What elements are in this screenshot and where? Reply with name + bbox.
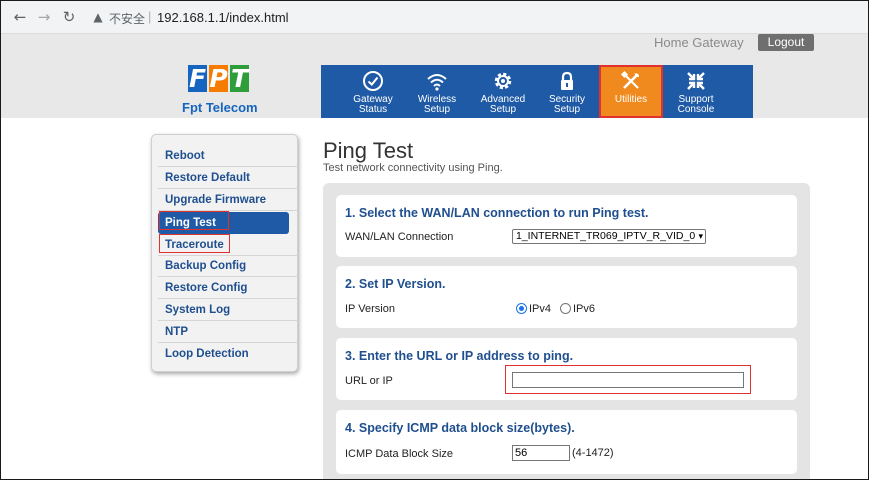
url-ip-label: URL or IP — [345, 375, 393, 387]
sidebar-item-backup-config[interactable]: Backup Config — [158, 255, 298, 277]
sidebar-item-system-log[interactable]: System Log — [158, 299, 298, 321]
screenshot-frame: ← → ↻ ▲ 不安全 | 192.168.1.1/index.html Hom… — [0, 0, 869, 480]
section-icmp-size: 4. Specify ICMP data block size(bytes). … — [336, 410, 797, 474]
nav-label: Security Setup — [548, 94, 586, 115]
icmp-size-input[interactable]: 56 — [512, 445, 570, 461]
wan-lan-selected: 1_INTERNET_TR069_IPTV_R_VID_0 — [516, 230, 696, 242]
highlight-traceroute — [159, 234, 230, 253]
logo-letters: F P T — [188, 65, 252, 93]
nav-label: Wireless Setup — [417, 94, 457, 115]
nav-label: Gateway Status — [353, 94, 393, 115]
nav-gateway-status[interactable]: Gateway Status — [341, 65, 405, 118]
wan-lan-label: WAN/LAN Connection — [345, 231, 454, 243]
sidebar-item-restore-default[interactable]: Restore Default — [158, 167, 298, 189]
sidebar-item-ntp[interactable]: NTP — [158, 321, 298, 343]
icmp-size-range: (4-1472) — [572, 447, 614, 459]
check-circle-icon — [363, 71, 383, 91]
ipv4-label: IPv4 — [529, 303, 552, 315]
highlight-ping-test — [159, 211, 229, 230]
warning-icon[interactable]: ▲ — [91, 10, 105, 24]
logout-button[interactable]: Logout — [758, 34, 814, 51]
section-title: 2. Set IP Version. — [345, 277, 446, 291]
wan-lan-select[interactable]: 1_INTERNET_TR069_IPTV_R_VID_0 ▾ — [512, 229, 706, 244]
nav-utilities[interactable]: Utilities — [599, 65, 663, 118]
ipv4-radio[interactable] — [516, 303, 527, 314]
icmp-size-label: ICMP Data Block Size — [345, 448, 454, 460]
nav-label: Utilities — [614, 94, 648, 105]
gear-icon — [494, 72, 512, 90]
nav-label: Advanced Setup — [480, 94, 526, 115]
section-title: 1. Select the WAN/LAN connection to run … — [345, 206, 649, 220]
wifi-icon — [427, 74, 447, 91]
nav-security-setup[interactable]: Security Setup — [535, 65, 599, 118]
browser-toolbar: ← → ↻ ▲ 不安全 | 192.168.1.1/index.html — [1, 1, 868, 34]
forward-arrow-icon[interactable]: → — [34, 7, 54, 27]
home-gateway-label: Home Gateway — [654, 35, 744, 50]
section-title: 3. Enter the URL or IP address to ping. — [345, 349, 574, 363]
sidebar-item-reboot[interactable]: Reboot — [158, 145, 298, 167]
url-separator: | — [148, 9, 152, 24]
chevron-down-icon: ▾ — [698, 231, 703, 241]
sidebar-item-loop-detection[interactable]: Loop Detection — [158, 343, 298, 365]
utilities-sidebar: Reboot Restore Default Upgrade Firmware … — [151, 134, 298, 372]
fpt-telecom-logo: F P T Fpt Telecom — [182, 65, 258, 115]
page-title: Ping Test — [323, 138, 414, 163]
ip-version-label: IP Version — [345, 303, 395, 315]
url-ip-input[interactable] — [512, 372, 744, 388]
logo-letter-p: P — [209, 64, 228, 93]
nav-label: Support Console — [677, 94, 715, 115]
ipv6-radio[interactable] — [560, 303, 571, 314]
arrows-collapse-icon — [687, 72, 705, 90]
logo-name: Fpt Telecom — [182, 100, 258, 115]
page-subtitle: Test network connectivity using Ping. — [323, 162, 503, 174]
section-connection: 1. Select the WAN/LAN connection to run … — [336, 195, 797, 257]
sidebar-item-upgrade-firmware[interactable]: Upgrade Firmware — [158, 189, 298, 211]
main-nav-bar: Gateway Status Wireless Setup Advanced Setu… — [321, 65, 753, 118]
section-title: 4. Specify ICMP data block size(bytes). — [345, 421, 575, 435]
lock-icon — [561, 71, 573, 90]
back-arrow-icon[interactable]: ← — [10, 7, 30, 27]
security-status[interactable]: 不安全 — [109, 10, 145, 27]
section-ip-version: 2. Set IP Version. IP Version — [336, 266, 797, 328]
nav-advanced-setup[interactable]: Advanced Setup — [471, 65, 535, 118]
logo-letter-t: T — [230, 64, 249, 93]
ipv6-label: IPv6 — [573, 303, 596, 315]
nav-wireless-setup[interactable]: Wireless Setup — [405, 65, 469, 118]
nav-support-console[interactable]: Support Console — [664, 65, 728, 118]
tools-icon — [620, 70, 639, 89]
reload-icon[interactable]: ↻ — [59, 7, 79, 27]
sidebar-item-restore-config[interactable]: Restore Config — [158, 277, 298, 299]
address-bar[interactable]: 192.168.1.1/index.html — [157, 10, 289, 25]
logo-letter-f: F — [188, 64, 207, 93]
